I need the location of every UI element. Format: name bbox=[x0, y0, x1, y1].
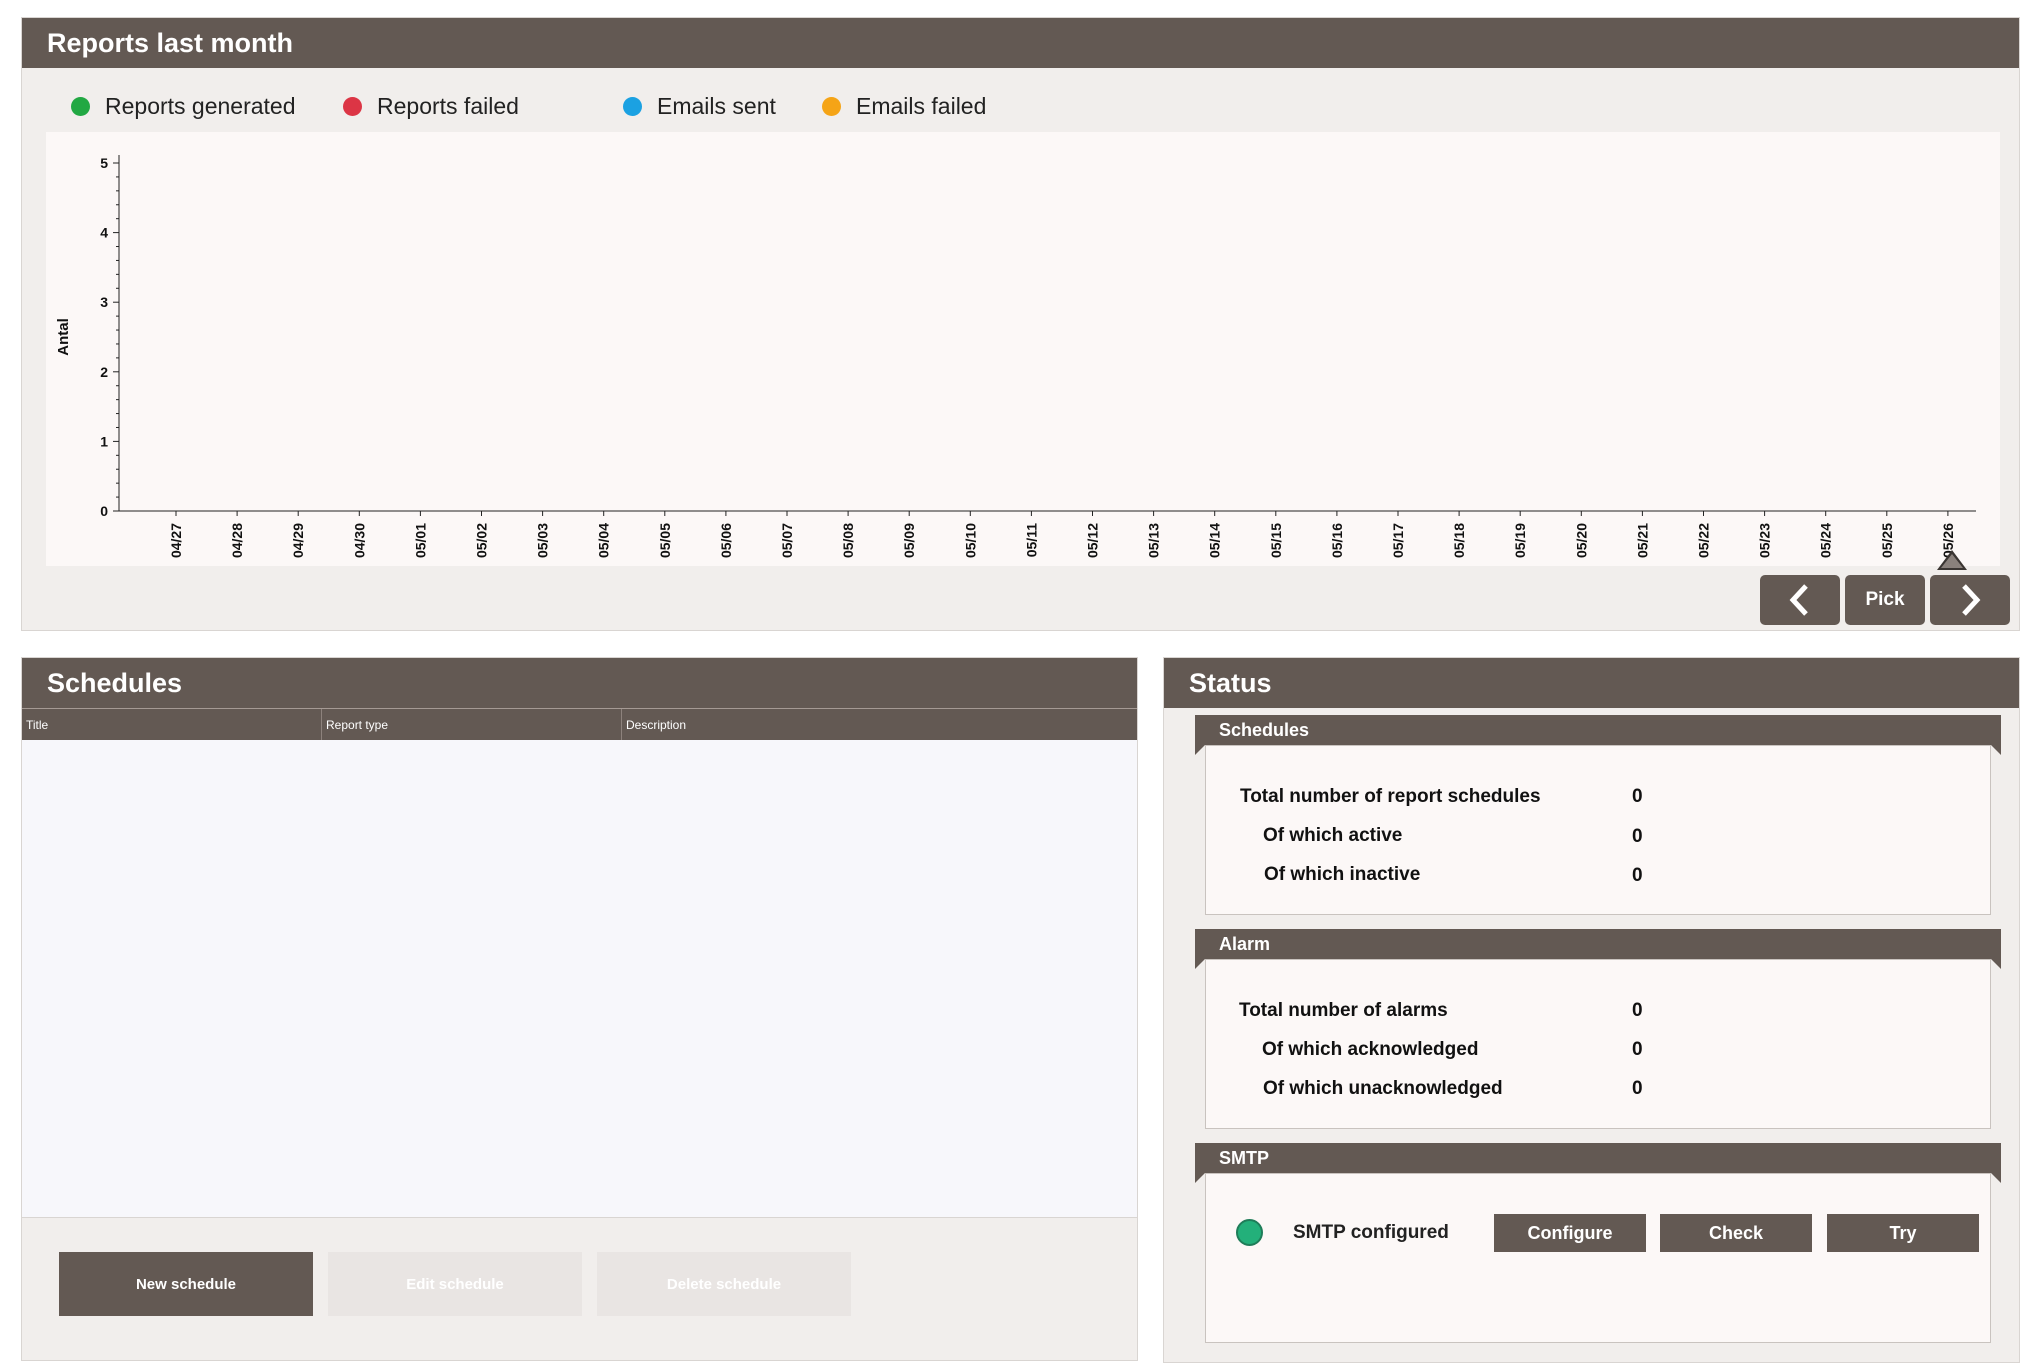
legend-dot-icon bbox=[71, 96, 90, 116]
unacknowledged-alarms-value: 0 bbox=[1632, 1078, 1643, 1099]
x-tick-label: 05/15 bbox=[1268, 523, 1284, 558]
x-tick-label: 05/03 bbox=[535, 523, 551, 558]
legend-emails-failed[interactable]: Emails failed bbox=[822, 86, 986, 126]
next-button[interactable] bbox=[1930, 575, 2010, 625]
x-tick-label: 05/10 bbox=[962, 523, 978, 558]
x-tick-label: 05/12 bbox=[1085, 523, 1101, 558]
x-tick-label: 04/30 bbox=[351, 523, 367, 558]
acknowledged-alarms-label: Of which acknowledged bbox=[1262, 1039, 1479, 1060]
x-tick-label: 05/24 bbox=[1818, 523, 1834, 558]
new-schedule-button[interactable]: New schedule bbox=[59, 1252, 313, 1316]
smtp-try-button[interactable]: Try bbox=[1827, 1214, 1979, 1252]
y-tick-label: 1 bbox=[100, 433, 108, 449]
status-smtp-header: SMTP bbox=[1195, 1143, 2001, 1183]
status-panel: Status Schedules Total number of report … bbox=[1163, 657, 2020, 1363]
x-tick-label: 05/22 bbox=[1696, 523, 1712, 558]
unacknowledged-alarms-label: Of which unacknowledged bbox=[1263, 1078, 1503, 1099]
x-tick-label: 05/20 bbox=[1573, 523, 1589, 558]
status-smtp-box: SMTP configured Configure Check Try bbox=[1205, 1173, 1991, 1343]
status-schedules-header: Schedules bbox=[1195, 715, 2001, 755]
y-tick-label: 0 bbox=[100, 503, 108, 519]
smtp-check-button[interactable]: Check bbox=[1660, 1214, 1812, 1252]
x-tick-label: 05/05 bbox=[657, 523, 673, 558]
x-tick-label: 05/06 bbox=[718, 523, 734, 558]
x-tick-label: 05/19 bbox=[1512, 523, 1528, 558]
x-tick-label: 05/16 bbox=[1329, 523, 1345, 558]
schedules-title: Schedules bbox=[22, 658, 1137, 708]
smtp-status-indicator-icon bbox=[1236, 1219, 1263, 1246]
x-tick-label: 05/23 bbox=[1757, 523, 1773, 558]
x-tick-label: 05/09 bbox=[901, 523, 917, 558]
x-tick-label: 04/28 bbox=[229, 523, 245, 558]
y-tick-label: 3 bbox=[100, 294, 108, 310]
reports-chart: 0 1 2 3 4 5 Antal 04/27 04/28 04/29 04/30 05/01 05/0… bbox=[55, 155, 1976, 558]
total-schedules-label: Total number of report schedules bbox=[1240, 786, 1541, 807]
legend-emails-sent[interactable]: Emails sent bbox=[623, 86, 776, 126]
legend-dot-icon bbox=[822, 96, 841, 116]
x-tick-label: 05/08 bbox=[840, 523, 856, 558]
chart-area: 0 1 2 3 4 5 Antal 04/27 04/28 04/29 04/30 05/01 05/0… bbox=[46, 132, 2000, 566]
y-tick-label: 5 bbox=[100, 155, 108, 171]
pick-button[interactable]: Pick bbox=[1845, 575, 1925, 625]
legend-dot-icon bbox=[343, 96, 362, 116]
legend-label: Emails sent bbox=[657, 92, 776, 119]
status-alarm-box: Total number of alarms 0 Of which acknow… bbox=[1205, 959, 1991, 1129]
x-tick-label: 05/21 bbox=[1634, 523, 1650, 558]
x-tick-label: 04/27 bbox=[168, 523, 184, 558]
x-tick-label: 05/17 bbox=[1390, 523, 1406, 558]
x-tick-label: 05/25 bbox=[1879, 523, 1895, 558]
x-tick-label: 05/13 bbox=[1146, 523, 1162, 558]
chevron-right-icon bbox=[1962, 584, 1981, 616]
total-alarms-value: 0 bbox=[1632, 1000, 1643, 1021]
previous-button[interactable] bbox=[1760, 575, 1840, 625]
date-marker-icon[interactable] bbox=[1937, 550, 1967, 570]
status-title: Status bbox=[1164, 658, 2019, 708]
active-schedules-label: Of which active bbox=[1263, 825, 1403, 846]
legend-reports-failed[interactable]: Reports failed bbox=[343, 86, 519, 126]
inactive-schedules-label: Of which inactive bbox=[1264, 864, 1421, 885]
x-tick-label: 05/04 bbox=[596, 523, 612, 558]
status-alarm-header: Alarm bbox=[1195, 929, 2001, 969]
chevron-left-icon bbox=[1789, 584, 1808, 616]
acknowledged-alarms-value: 0 bbox=[1632, 1039, 1643, 1060]
x-tick-label: 05/07 bbox=[779, 523, 795, 558]
delete-schedule-button[interactable]: Delete schedule bbox=[597, 1252, 851, 1316]
smtp-status-label: SMTP configured bbox=[1293, 1222, 1449, 1243]
edit-schedule-button[interactable]: Edit schedule bbox=[328, 1252, 582, 1316]
legend-label: Reports failed bbox=[377, 92, 519, 119]
x-tick-label: 05/14 bbox=[1207, 523, 1223, 558]
column-title[interactable]: Title bbox=[22, 709, 322, 741]
inactive-schedules-value: 0 bbox=[1632, 865, 1643, 886]
smtp-configure-button[interactable]: Configure bbox=[1494, 1214, 1646, 1252]
x-tick-label: 05/18 bbox=[1451, 523, 1467, 558]
reports-title: Reports last month bbox=[22, 18, 2019, 68]
legend-reports-generated[interactable]: Reports generated bbox=[71, 86, 296, 126]
reports-panel: Reports last month Reports generated Rep… bbox=[21, 17, 2020, 631]
total-alarms-label: Total number of alarms bbox=[1239, 1000, 1448, 1021]
x-tick-label: 05/01 bbox=[412, 523, 428, 558]
x-tick-label: 05/02 bbox=[474, 523, 490, 558]
schedules-panel: Schedules Title Report type Description … bbox=[21, 657, 1138, 1361]
schedules-table-header: Title Report type Description bbox=[22, 708, 1137, 741]
status-schedules-box: Total number of report schedules 0 Of wh… bbox=[1205, 745, 1991, 915]
x-tick-label: 04/29 bbox=[290, 523, 306, 558]
x-tick-label: 05/11 bbox=[1023, 523, 1039, 557]
schedules-table-body[interactable] bbox=[22, 740, 1137, 1218]
column-description[interactable]: Description bbox=[622, 709, 1137, 741]
y-axis-label: Antal bbox=[55, 318, 72, 356]
legend-dot-icon bbox=[623, 96, 642, 116]
legend-label: Reports generated bbox=[105, 92, 296, 119]
legend-label: Emails failed bbox=[856, 92, 987, 119]
active-schedules-value: 0 bbox=[1632, 826, 1643, 847]
total-schedules-value: 0 bbox=[1632, 786, 1643, 807]
y-tick-label: 2 bbox=[100, 364, 108, 380]
y-tick-label: 4 bbox=[100, 225, 108, 241]
column-report-type[interactable]: Report type bbox=[322, 709, 622, 741]
